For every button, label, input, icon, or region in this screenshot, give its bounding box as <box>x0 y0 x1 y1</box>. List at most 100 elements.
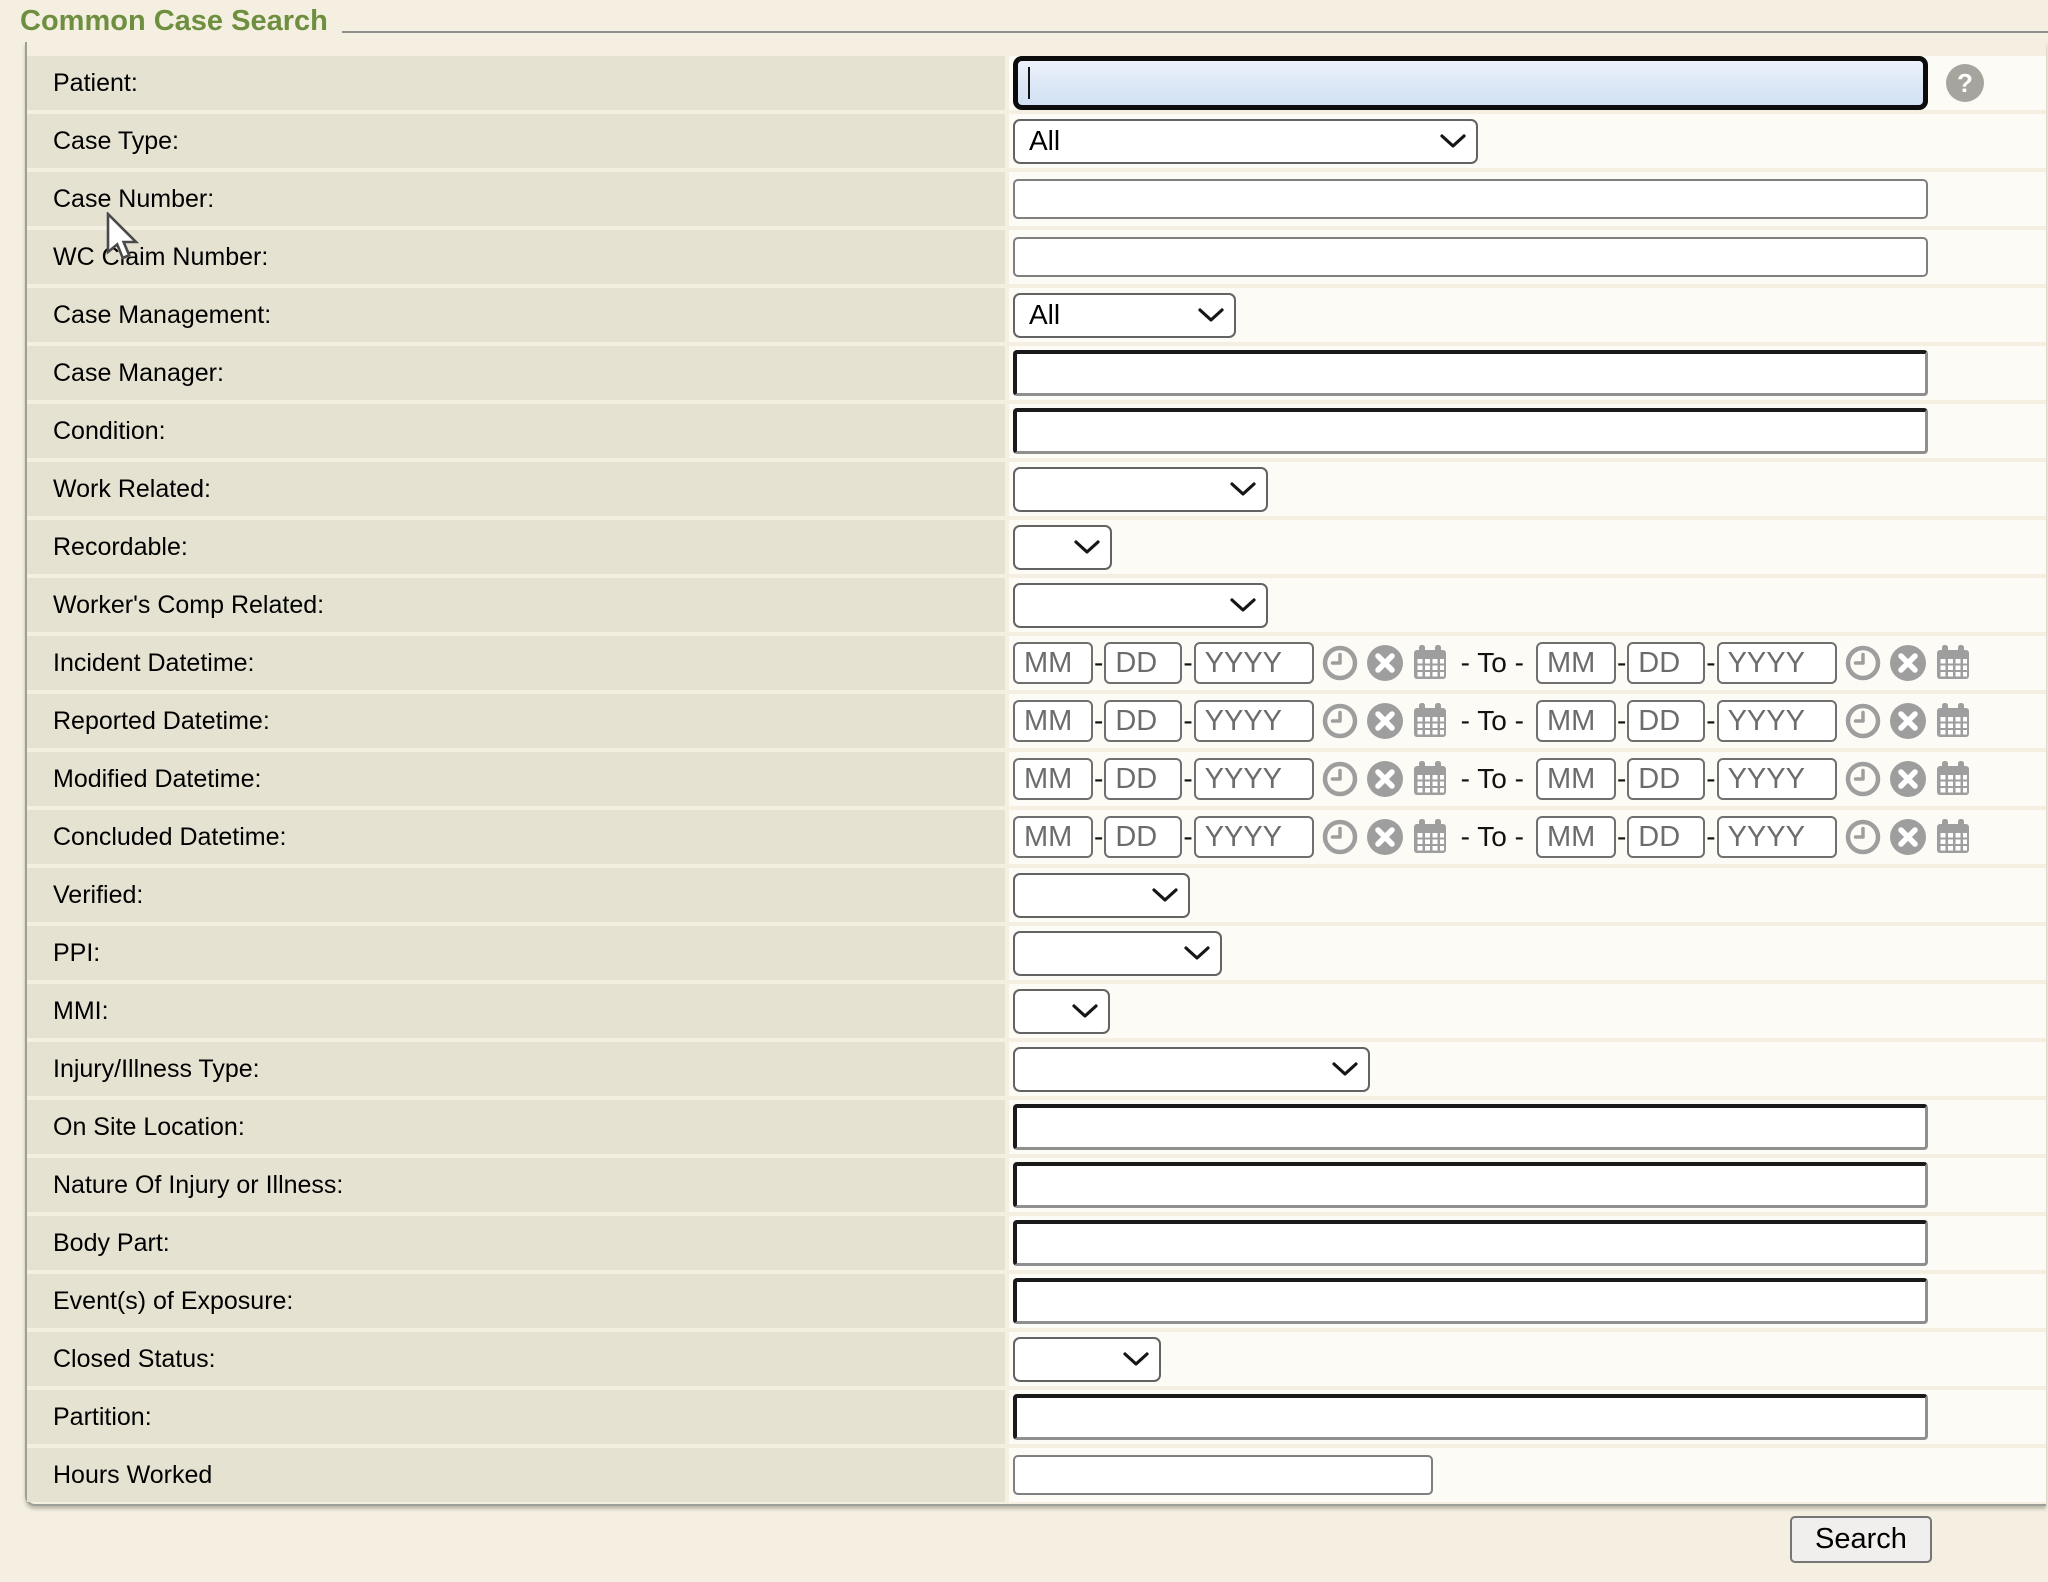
reported-datetime-to-date-group: -- <box>1536 700 1972 742</box>
calendar-icon[interactable] <box>1934 644 1972 682</box>
condition-input[interactable] <box>1013 408 1928 454</box>
reported-datetime-to-year-input[interactable] <box>1717 700 1837 742</box>
concluded-datetime-to-day-input[interactable] <box>1627 816 1705 858</box>
clock-icon[interactable] <box>1844 644 1882 682</box>
incident-datetime-from-day-input[interactable] <box>1104 642 1182 684</box>
modified-datetime-from-day-input[interactable] <box>1104 758 1182 800</box>
form-row-body-part: Body Part: <box>27 1216 2046 1270</box>
range-separator: - To - <box>1461 705 1524 737</box>
reported-datetime-from-month-input[interactable] <box>1013 700 1093 742</box>
date-separator: - <box>1617 821 1626 853</box>
case-number-input[interactable] <box>1013 179 1928 219</box>
reported-datetime-from-day-input[interactable] <box>1104 700 1182 742</box>
on-site-location-input[interactable] <box>1013 1104 1928 1150</box>
calendar-icon[interactable] <box>1411 644 1449 682</box>
calendar-icon[interactable] <box>1934 702 1972 740</box>
patient-input[interactable] <box>1013 56 1928 110</box>
ppi-select[interactable] <box>1013 931 1222 976</box>
range-separator: - To - <box>1461 821 1524 853</box>
reported-datetime-from-year-input[interactable] <box>1194 700 1314 742</box>
concluded-datetime-from-day-input[interactable] <box>1104 816 1182 858</box>
condition-input-cell <box>1009 404 2046 458</box>
wc-claim-number-input[interactable] <box>1013 237 1928 277</box>
case-manager-input-cell <box>1009 346 2046 400</box>
case-type-input-cell: All <box>1009 114 2046 168</box>
incident-datetime-from-date-group: -- <box>1013 642 1449 684</box>
chevron-down-icon <box>1072 1004 1098 1018</box>
recordable-select[interactable] <box>1013 525 1112 570</box>
clear-icon[interactable] <box>1366 644 1404 682</box>
clock-icon[interactable] <box>1321 644 1359 682</box>
closed-status-select[interactable] <box>1013 1337 1161 1382</box>
on-site-location-label-cell: On Site Location: <box>27 1100 1005 1154</box>
concluded-datetime-to-year-input[interactable] <box>1717 816 1837 858</box>
clear-icon[interactable] <box>1889 760 1927 798</box>
reported-datetime-to-month-input[interactable] <box>1536 700 1616 742</box>
clear-icon[interactable] <box>1889 644 1927 682</box>
incident-datetime-from-month-input[interactable] <box>1013 642 1093 684</box>
injury-illness-type-select[interactable] <box>1013 1047 1370 1092</box>
case-management-selected-value: All <box>1029 299 1060 331</box>
concluded-datetime-from-year-input[interactable] <box>1194 816 1314 858</box>
calendar-icon[interactable] <box>1411 818 1449 856</box>
chevron-down-icon <box>1198 308 1224 322</box>
clear-icon[interactable] <box>1889 702 1927 740</box>
body-part-input[interactable] <box>1013 1220 1928 1266</box>
chevron-down-icon <box>1152 888 1178 902</box>
events-of-exposure-input[interactable] <box>1013 1278 1928 1324</box>
incident-datetime-from-year-input[interactable] <box>1194 642 1314 684</box>
mmi-select[interactable] <box>1013 989 1110 1034</box>
incident-datetime-to-month-input[interactable] <box>1536 642 1616 684</box>
modified-datetime-input-cell: --- To --- <box>1009 752 2046 806</box>
calendar-icon[interactable] <box>1934 818 1972 856</box>
closed-status-label: Closed Status: <box>53 1345 216 1374</box>
nature-of-injury-or-illness-input[interactable] <box>1013 1162 1928 1208</box>
verified-label-cell: Verified: <box>27 868 1005 922</box>
chevron-down-icon <box>1440 134 1466 148</box>
fieldset-legend-line <box>342 31 2048 33</box>
clear-icon[interactable] <box>1889 818 1927 856</box>
date-separator: - <box>1706 647 1715 679</box>
clock-icon[interactable] <box>1844 818 1882 856</box>
case-management-label: Case Management: <box>53 301 271 330</box>
modified-datetime-to-year-input[interactable] <box>1717 758 1837 800</box>
reported-datetime-to-day-input[interactable] <box>1627 700 1705 742</box>
help-glyph: ? <box>1957 68 1973 99</box>
clock-icon[interactable] <box>1844 702 1882 740</box>
calendar-icon[interactable] <box>1411 702 1449 740</box>
date-separator: - <box>1617 647 1626 679</box>
modified-datetime-to-day-input[interactable] <box>1627 758 1705 800</box>
search-button[interactable]: Search <box>1790 1516 1932 1563</box>
form-row-mmi: MMI: <box>27 984 2046 1038</box>
calendar-icon[interactable] <box>1411 760 1449 798</box>
closed-status-label-cell: Closed Status: <box>27 1332 1005 1386</box>
work-related-select[interactable] <box>1013 467 1268 512</box>
hours-worked-input[interactable] <box>1013 1455 1433 1495</box>
case-type-select[interactable]: All <box>1013 119 1478 164</box>
hours-worked-label-cell: Hours Worked <box>27 1448 1005 1502</box>
modified-datetime-from-year-input[interactable] <box>1194 758 1314 800</box>
clear-icon[interactable] <box>1366 818 1404 856</box>
clock-icon[interactable] <box>1321 702 1359 740</box>
clear-icon[interactable] <box>1366 760 1404 798</box>
verified-select[interactable] <box>1013 873 1190 918</box>
clear-icon[interactable] <box>1366 702 1404 740</box>
case-manager-input[interactable] <box>1013 350 1928 396</box>
concluded-datetime-to-month-input[interactable] <box>1536 816 1616 858</box>
modified-datetime-label-cell: Modified Datetime: <box>27 752 1005 806</box>
clock-icon[interactable] <box>1321 818 1359 856</box>
chevron-down-icon <box>1230 598 1256 612</box>
case-management-select[interactable]: All <box>1013 293 1236 338</box>
incident-datetime-to-year-input[interactable] <box>1717 642 1837 684</box>
clock-icon[interactable] <box>1844 760 1882 798</box>
help-icon[interactable]: ? <box>1946 64 1984 102</box>
modified-datetime-to-month-input[interactable] <box>1536 758 1616 800</box>
clock-icon[interactable] <box>1321 760 1359 798</box>
modified-datetime-from-month-input[interactable] <box>1013 758 1093 800</box>
incident-datetime-to-day-input[interactable] <box>1627 642 1705 684</box>
workers-comp-related-select[interactable] <box>1013 583 1268 628</box>
calendar-icon[interactable] <box>1934 760 1972 798</box>
partition-input[interactable] <box>1013 1394 1928 1440</box>
concluded-datetime-from-month-input[interactable] <box>1013 816 1093 858</box>
case-manager-label-cell: Case Manager: <box>27 346 1005 400</box>
